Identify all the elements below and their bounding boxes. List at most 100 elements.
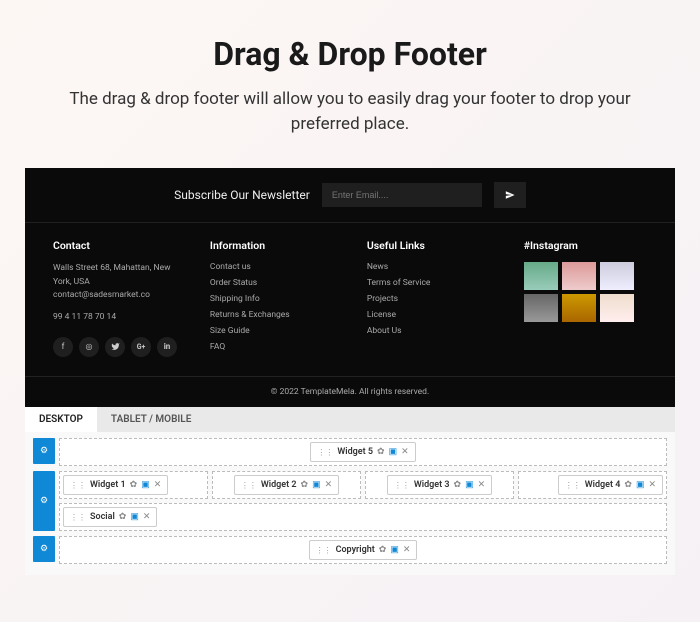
instagram-tile[interactable]: [600, 294, 634, 322]
instagram-icon[interactable]: ◎: [79, 337, 99, 357]
close-icon[interactable]: ✕: [648, 480, 656, 490]
gear-icon[interactable]: ✿: [301, 480, 309, 490]
widget-label: Widget 4: [585, 480, 621, 490]
widget-label: Widget 2: [261, 480, 297, 490]
dup-icon[interactable]: ▣: [636, 480, 645, 490]
useful-link[interactable]: News: [367, 262, 504, 272]
widget-label: Widget 1: [90, 480, 126, 490]
useful-title: Useful Links: [367, 239, 504, 252]
row-handle[interactable]: ⚙: [33, 438, 55, 464]
copyright-text: © 2022 TemplateMela. All rights reserved…: [25, 376, 675, 407]
dropzone[interactable]: ⋮⋮ Widget 1 ✿ ▣ ✕: [59, 471, 208, 499]
instagram-tile[interactable]: [562, 262, 596, 290]
row-handle[interactable]: ⚙: [33, 471, 55, 531]
page-title: Drag & Drop Footer: [25, 35, 675, 73]
info-link[interactable]: Shipping Info: [210, 294, 347, 304]
widget-chip[interactable]: ⋮⋮ Widget 4 ✿ ▣ ✕: [558, 475, 663, 495]
grip-icon: ⋮⋮: [394, 481, 410, 490]
contact-title: Contact: [53, 239, 190, 252]
contact-address: Walls Street 68, Mahattan, New York, USA: [53, 262, 190, 289]
dup-icon[interactable]: ▣: [390, 545, 399, 555]
grip-icon: ⋮⋮: [565, 481, 581, 490]
widget-chip[interactable]: ⋮⋮ Widget 1 ✿ ▣ ✕: [63, 475, 168, 495]
gear-icon[interactable]: ✿: [454, 480, 462, 490]
newsletter-bar: Subscribe Our Newsletter: [25, 168, 675, 223]
builder-tabs: DESKTOP TABLET / MOBILE: [25, 407, 675, 432]
grip-icon: ⋮⋮: [316, 546, 332, 555]
footer-col-contact: Contact Walls Street 68, Mahattan, New Y…: [53, 239, 190, 358]
instagram-tile[interactable]: [524, 262, 558, 290]
row-handle[interactable]: ⚙: [33, 536, 55, 562]
instagram-tile[interactable]: [524, 294, 558, 322]
send-icon: [505, 188, 515, 203]
tab-tablet-mobile[interactable]: TABLET / MOBILE: [97, 407, 205, 432]
gear-icon: ⚙: [40, 446, 48, 456]
widget-chip[interactable]: ⋮⋮ Widget 2 ✿ ▣ ✕: [234, 475, 339, 495]
dup-icon[interactable]: ▣: [312, 480, 321, 490]
dup-icon[interactable]: ▣: [389, 447, 398, 457]
useful-link[interactable]: License: [367, 310, 504, 320]
widget-label: Copyright: [336, 545, 375, 555]
info-link[interactable]: FAQ: [210, 342, 347, 352]
useful-link[interactable]: Terms of Service: [367, 278, 504, 288]
googleplus-icon[interactable]: G+: [131, 337, 151, 357]
close-icon[interactable]: ✕: [325, 480, 333, 490]
widget-label: Social: [90, 512, 115, 522]
dropzone[interactable]: ⋮⋮ Widget 5 ✿ ▣ ✕: [59, 438, 667, 466]
widget-chip[interactable]: ⋮⋮ Social ✿ ▣ ✕: [63, 507, 157, 527]
close-icon[interactable]: ✕: [154, 480, 162, 490]
gear-icon[interactable]: ✿: [119, 512, 127, 522]
widget-chip[interactable]: ⋮⋮ Widget 5 ✿ ▣ ✕: [310, 442, 415, 462]
instagram-title: #Instagram: [524, 239, 647, 252]
footer-preview: Subscribe Our Newsletter Contact Walls S…: [25, 168, 675, 407]
contact-email: contact@sadesmarket.co: [53, 289, 190, 303]
footer-col-instagram: #Instagram: [524, 239, 647, 358]
close-icon[interactable]: ✕: [478, 480, 486, 490]
dropzone[interactable]: ⋮⋮ Widget 2 ✿ ▣ ✕: [212, 471, 361, 499]
close-icon[interactable]: ✕: [143, 512, 151, 522]
dup-icon[interactable]: ▣: [141, 480, 150, 490]
gear-icon[interactable]: ✿: [379, 545, 387, 555]
gear-icon: ⚙: [40, 496, 48, 506]
linkedin-icon[interactable]: in: [157, 337, 177, 357]
dup-icon[interactable]: ▣: [465, 480, 474, 490]
contact-phone: 99 4 11 78 70 14: [53, 311, 190, 325]
twitter-icon[interactable]: [105, 337, 125, 357]
footer-col-useful: Useful Links News Terms of Service Proje…: [367, 239, 504, 358]
instagram-tile[interactable]: [600, 262, 634, 290]
instagram-tile[interactable]: [562, 294, 596, 322]
layout-builder: DESKTOP TABLET / MOBILE ⚙ ⋮⋮ Widget 5 ✿ …: [25, 407, 675, 575]
newsletter-submit-button[interactable]: [494, 182, 526, 208]
widget-label: Widget 3: [414, 480, 450, 490]
newsletter-label: Subscribe Our Newsletter: [174, 188, 310, 202]
useful-link[interactable]: Projects: [367, 294, 504, 304]
grip-icon: ⋮⋮: [241, 481, 257, 490]
gear-icon[interactable]: ✿: [624, 480, 632, 490]
info-link[interactable]: Returns & Exchanges: [210, 310, 347, 320]
gear-icon[interactable]: ✿: [377, 447, 385, 457]
footer-col-information: Information Contact us Order Status Ship…: [210, 239, 347, 358]
grip-icon: ⋮⋮: [70, 513, 86, 522]
dropzone[interactable]: ⋮⋮ Copyright ✿ ▣ ✕: [59, 536, 667, 564]
widget-chip[interactable]: ⋮⋮ Copyright ✿ ▣ ✕: [309, 540, 418, 560]
close-icon[interactable]: ✕: [403, 545, 411, 555]
tab-desktop[interactable]: DESKTOP: [25, 407, 97, 432]
gear-icon[interactable]: ✿: [130, 480, 138, 490]
useful-link[interactable]: About Us: [367, 326, 504, 336]
grip-icon: ⋮⋮: [317, 448, 333, 457]
close-icon[interactable]: ✕: [401, 447, 409, 457]
dropzone[interactable]: ⋮⋮ Social ✿ ▣ ✕: [59, 503, 667, 531]
info-link[interactable]: Size Guide: [210, 326, 347, 336]
info-link[interactable]: Contact us: [210, 262, 347, 272]
info-link[interactable]: Order Status: [210, 278, 347, 288]
widget-chip[interactable]: ⋮⋮ Widget 3 ✿ ▣ ✕: [387, 475, 492, 495]
dropzone[interactable]: ⋮⋮ Widget 3 ✿ ▣ ✕: [365, 471, 514, 499]
information-title: Information: [210, 239, 347, 252]
facebook-icon[interactable]: f: [53, 337, 73, 357]
page-subtitle: The drag & drop footer will allow you to…: [25, 87, 675, 136]
newsletter-input[interactable]: [322, 183, 482, 207]
widget-label: Widget 5: [337, 447, 373, 457]
dup-icon[interactable]: ▣: [130, 512, 139, 522]
dropzone[interactable]: ⋮⋮ Widget 4 ✿ ▣ ✕: [518, 471, 667, 499]
grip-icon: ⋮⋮: [70, 481, 86, 490]
